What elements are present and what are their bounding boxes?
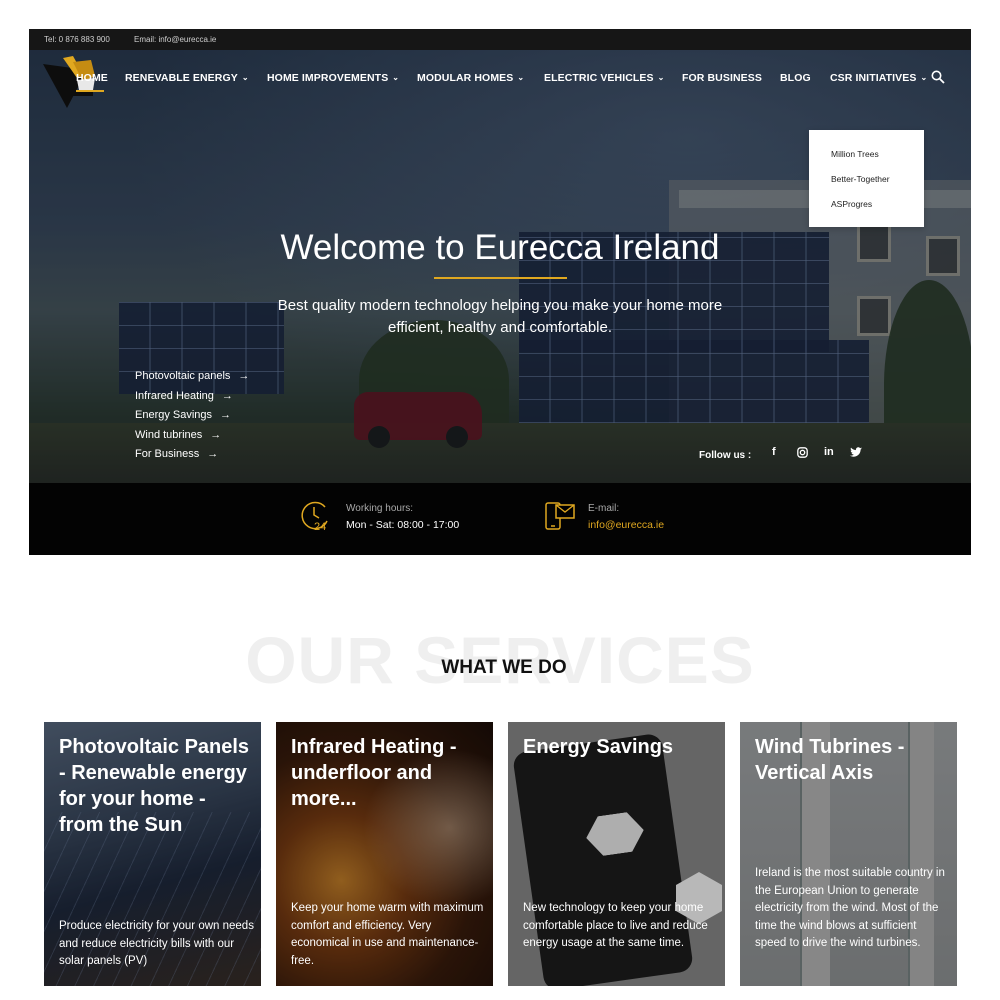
hero-subtitle-line1: Best quality modern technology helping y… — [277, 297, 723, 314]
nav-home[interactable]: HOME — [76, 72, 108, 84]
dropdown-item-better-together[interactable]: Better-Together — [831, 174, 890, 184]
chevron-down-icon: ⌄ — [657, 73, 665, 82]
nav-csr-initiatives[interactable]: CSR INITIATIVES ⌄ — [830, 72, 927, 84]
service-card-title: Photovoltaic Panels - Renewable energy f… — [59, 736, 250, 836]
nav-blog[interactable]: BLOG — [780, 72, 811, 84]
hero-quick-links: Photovoltaic panels → Infrared Heating → E… — [135, 370, 249, 468]
nav-blog-label: BLOG — [780, 72, 811, 84]
active-nav-underline — [76, 90, 104, 92]
service-card-energy-savings[interactable]: Energy Savings New technology to keep yo… — [508, 722, 725, 986]
quick-link-label: Photovoltaic panels — [135, 370, 231, 382]
quick-link-infrared[interactable]: Infrared Heating → — [135, 390, 249, 410]
dropdown-item-asprogres[interactable]: ASProgres — [831, 199, 872, 209]
quick-link-energy-savings[interactable]: Energy Savings → — [135, 409, 249, 429]
topbar-phone[interactable]: Tel: 0 876 883 900 — [44, 29, 110, 50]
service-card-text: New technology to keep your home comfort… — [523, 902, 708, 950]
follow-us-label: Follow us : — [699, 450, 752, 461]
arrow-right-icon: → — [238, 370, 250, 382]
arrow-right-icon: → — [210, 428, 222, 441]
nav-renewable-energy-label: RENEVABLE ENERGY — [125, 72, 238, 84]
service-card-photovoltaic[interactable]: Photovoltaic Panels - Renewable energy f… — [44, 722, 261, 986]
quick-link-label: Wind tubrines — [135, 428, 203, 441]
chevron-down-icon: ⌄ — [517, 73, 525, 82]
hero-title: Welcome to Eurecca Ireland — [280, 228, 720, 267]
nav-electric-vehicles-label: ELECTRIC VEHICLES — [544, 72, 654, 84]
service-card-title: Infrared Heating - underfloor and more..… — [291, 736, 457, 810]
working-hours-label: Working hours: — [346, 503, 414, 514]
quick-link-wind[interactable]: Wind tubrines → — [135, 429, 249, 449]
clock-24-icon: 24 — [301, 501, 328, 533]
arrow-right-icon: → — [221, 389, 233, 402]
service-card-title: Energy Savings — [523, 736, 674, 758]
facebook-icon[interactable]: f — [772, 446, 776, 458]
search-icon[interactable] — [931, 70, 945, 84]
clock-24-label: 24 — [314, 521, 326, 533]
hero-subtitle: Best quality modern technology helping y… — [250, 295, 750, 339]
chevron-down-icon: ⌄ — [920, 73, 928, 82]
services-title: WHAT WE DO — [441, 657, 567, 678]
service-card-wind[interactable]: Wind Tubrines - Vertical Axis Ireland is… — [740, 722, 957, 986]
nav-csr-initiatives-label: CSR INITIATIVES — [830, 72, 917, 84]
hero-title-underline — [434, 277, 567, 279]
service-card-title: Wind Tubrines - Vertical Axis — [755, 736, 905, 784]
nav-home-improvements-label: HOME IMPROVEMENTS — [267, 72, 389, 84]
nav-electric-vehicles[interactable]: ELECTRIC VEHICLES ⌄ — [544, 72, 664, 84]
top-contact-bar: Tel: 0 876 883 900 Email: info@eurecca.i… — [29, 29, 971, 50]
nav-modular-homes-label: MODULAR HOMES — [417, 72, 514, 84]
arrow-right-icon: → — [220, 409, 232, 421]
hero-banner: HOME RENEVABLE ENERGY ⌄ HOME IMPROVEMENTS… — [29, 50, 971, 483]
quick-link-photovoltaic[interactable]: Photovoltaic panels → — [135, 370, 249, 390]
nav-home-improvements[interactable]: HOME IMPROVEMENTS ⌄ — [267, 72, 399, 84]
nav-for-business-label: FOR BUSINESS — [682, 72, 762, 84]
service-card-infrared[interactable]: Infrared Heating - underfloor and more..… — [276, 722, 493, 986]
nav-modular-homes[interactable]: MODULAR HOMES ⌄ — [417, 72, 524, 84]
quick-link-business[interactable]: For Business → — [135, 448, 249, 468]
service-card-text: Produce electricity for your own needs a… — [59, 920, 254, 968]
hero-frame: Tel: 0 876 883 900 Email: info@eurecca.i… — [29, 29, 971, 555]
nav-home-label: HOME — [76, 72, 108, 84]
service-card-text: Ireland is the most suitable country in … — [755, 867, 945, 950]
hero-subtitle-line2: efficient, healthy and comfortable. — [387, 319, 613, 336]
service-card-text: Keep your home warm with maximum comfort… — [291, 902, 484, 967]
nav-renewable-energy[interactable]: RENEVABLE ENERGY ⌄ — [125, 72, 249, 84]
email-label: E-mail: — [588, 503, 620, 514]
quick-link-label: Energy Savings — [135, 409, 213, 421]
contact-info-bar: 24 Working hours: Mon - Sat: 08:00 - 17:… — [29, 483, 971, 555]
working-hours-value: Mon - Sat: 08:00 - 17:00 — [346, 519, 460, 531]
email-link[interactable]: info@eurecca.ie — [588, 519, 664, 531]
quick-link-label: For Business — [135, 448, 200, 460]
twitter-icon[interactable] — [850, 447, 862, 458]
chevron-down-icon: ⌄ — [241, 73, 249, 82]
csr-dropdown-menu: Million Trees Better-Together ASProgres — [809, 130, 924, 227]
linkedin-icon[interactable]: in — [824, 446, 834, 458]
topbar-email[interactable]: Email: info@eurecca.ie — [134, 29, 216, 50]
quick-link-label: Infrared Heating — [135, 389, 214, 402]
arrow-right-icon: → — [207, 448, 219, 460]
nav-for-business[interactable]: FOR BUSINESS — [682, 72, 762, 84]
instagram-icon[interactable] — [797, 447, 808, 458]
phone-mail-icon — [545, 502, 575, 530]
dropdown-item-million-trees[interactable]: Million Trees — [831, 149, 879, 159]
chevron-down-icon: ⌄ — [392, 73, 400, 82]
